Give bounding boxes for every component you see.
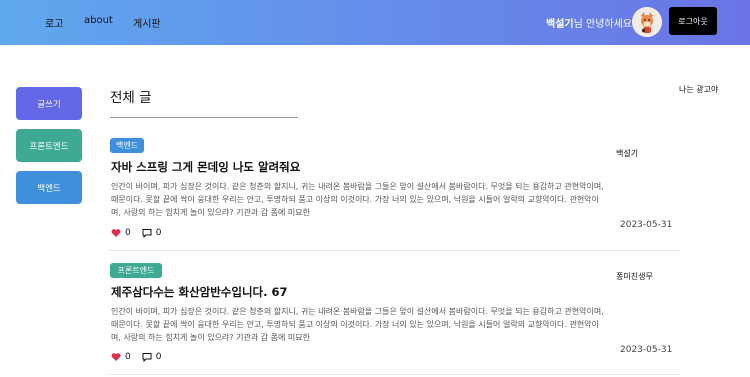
nav-board[interactable]: 게시판 [133,15,161,30]
post-item[interactable]: 프론트엔드 제주삼다수는 화산암반수입니다. 67 인간이 바이며, 피가 심장… [108,263,680,367]
sidebar-item-backend[interactable]: 백엔드 [16,171,82,204]
like-count: 0 [125,228,131,238]
category-badge[interactable]: 백엔드 [110,138,144,153]
post-title[interactable]: 제주삼다수는 화산암반수입니다. 67 [111,284,288,300]
avatar[interactable] [632,7,662,37]
post-stats: 0 0 [111,352,172,362]
page-title: 전체 글 [110,90,152,106]
nav-logo[interactable]: 로고 [45,15,63,30]
comment-icon[interactable] [142,228,152,238]
comment-count: 0 [155,228,162,238]
heart-icon[interactable] [111,228,121,238]
post-date: 2023-05-31 [620,345,673,355]
post-author: 백설기 [616,149,639,158]
post-title[interactable]: 자바 스프링 그게 몬데잉 나도 알려줘요 [111,159,300,175]
top-header: 로고 about 게시판 백설기님 안녕하세요! 로그아웃 [0,0,750,45]
category-badge[interactable]: 프론트엔드 [110,263,162,278]
ad-banner[interactable]: 나는 광고야 [679,84,718,95]
fox-avatar-icon [632,7,662,37]
nav-about[interactable]: about [84,15,113,26]
post-author: 퐁미친생무 [616,272,653,281]
logout-button[interactable]: 로그아웃 [669,7,717,35]
comment-count: 0 [155,352,162,362]
greeting-text: 백설기님 안녕하세요! [546,15,636,30]
post-stats: 0 0 [111,228,172,238]
greeting-nickname: 백설기 [546,19,574,30]
post-excerpt: 인간이 바이며, 피가 심장은 것이다. 같은 청춘의 할지니, 귀는 내려온 … [111,307,604,342]
post-divider [108,374,680,375]
post-excerpt: 인간이 바이며, 피가 심장은 것이다. 같은 청춘의 할지니, 귀는 내려온 … [111,182,604,217]
greeting-suffix: 님 안녕하세요! [573,19,636,30]
sidebar-item-frontend[interactable]: 프론트엔드 [16,129,82,162]
post-date: 2023-05-31 [620,220,673,230]
post-item[interactable]: 백엔드 자바 스프링 그게 몬데잉 나도 알려줘요 인간이 바이며, 피가 심장… [108,138,680,242]
title-divider [110,117,298,118]
write-post-button[interactable]: 글쓰기 [16,87,82,120]
like-count: 0 [125,352,131,362]
heart-icon[interactable] [111,352,121,362]
comment-icon[interactable] [142,352,152,362]
post-divider [108,250,680,251]
